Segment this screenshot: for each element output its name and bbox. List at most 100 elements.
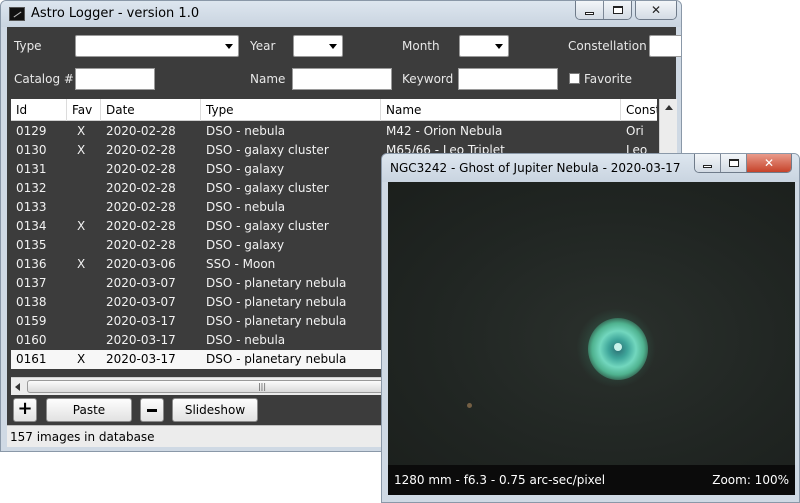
- table-row[interactable]: 0129 X 2020-02-28 DSO - nebula M42 - Orion N…: [11, 122, 657, 141]
- month-select[interactable]: [459, 35, 509, 57]
- slideshow-button[interactable]: Slideshow: [172, 398, 258, 422]
- add-button[interactable]: +: [13, 398, 37, 422]
- image-details: 1280 mm - f6.3 - 0.75 arc-sec/pixel: [394, 473, 606, 487]
- constellation-select[interactable]: [649, 35, 681, 57]
- keyword-input[interactable]: [458, 68, 558, 90]
- cell-date: 2020-03-07: [106, 295, 176, 309]
- close-icon: ✕: [650, 3, 662, 17]
- cell-date: 2020-02-28: [106, 143, 176, 157]
- cell-id: 0129: [16, 124, 47, 138]
- cell-date: 2020-03-07: [106, 276, 176, 290]
- minimize-button[interactable]: [576, 1, 604, 19]
- viewer-title-bar[interactable]: NGC3242 - Ghost of Jupiter Nebula - 2020…: [382, 154, 799, 182]
- column-header-const[interactable]: Const: [621, 99, 657, 121]
- cell-fav: [67, 312, 101, 331]
- cell-date: 2020-02-28: [106, 124, 176, 138]
- cell-type: DSO - nebula: [206, 333, 286, 347]
- cell-type: DSO - planetary nebula: [206, 314, 347, 328]
- scroll-left-icon[interactable]: [15, 383, 20, 391]
- viewer-info-bar: 1280 mm - f6.3 - 0.75 arc-sec/pixel Zoom…: [388, 465, 795, 495]
- name-input[interactable]: [292, 68, 392, 90]
- cell-fav: [67, 198, 101, 217]
- cell-date: 2020-02-28: [106, 181, 176, 195]
- image-viewer-window: NGC3242 - Ghost of Jupiter Nebula - 2020…: [381, 153, 800, 503]
- cell-fav: [67, 293, 101, 312]
- maximize-icon: [612, 6, 623, 14]
- cell-fav: X: [77, 219, 86, 233]
- cell-id: 0131: [16, 162, 47, 176]
- cell-id: 0133: [16, 200, 47, 214]
- catalog-label: Catalog #: [14, 72, 74, 86]
- cell-id: 0137: [16, 276, 47, 290]
- faint-star: [467, 403, 472, 408]
- column-header-date[interactable]: Date: [101, 99, 201, 121]
- viewer-minimize-button[interactable]: [695, 154, 721, 172]
- minimize-icon: [703, 164, 712, 168]
- cell-date: 2020-03-17: [106, 314, 176, 328]
- main-title-bar[interactable]: Astro Logger - version 1.0 ✕: [1, 1, 681, 27]
- column-header-id[interactable]: Id: [11, 99, 67, 121]
- chevron-down-icon: [329, 44, 337, 49]
- column-header-fav[interactable]: Fav: [67, 99, 101, 121]
- cell-id: 0132: [16, 181, 47, 195]
- viewer-close-button[interactable]: ✕: [747, 154, 791, 172]
- type-select[interactable]: [75, 35, 239, 57]
- cell-date: 2020-02-28: [106, 162, 176, 176]
- cell-type: DSO - planetary nebula: [206, 295, 347, 309]
- cell-type: SSO - Moon: [206, 257, 276, 271]
- cell-fav: X: [77, 143, 86, 157]
- cell-type: DSO - galaxy cluster: [206, 143, 329, 157]
- main-window-title: Astro Logger - version 1.0: [31, 6, 200, 21]
- cell-type: DSO - nebula: [206, 124, 286, 138]
- cell-fav: X: [77, 257, 86, 271]
- nebula-image[interactable]: [388, 182, 795, 465]
- viewer-title: NGC3242 - Ghost of Jupiter Nebula - 2020…: [390, 161, 681, 175]
- cell-id: 0159: [16, 314, 47, 328]
- column-header-name[interactable]: Name: [381, 99, 621, 121]
- keyword-label: Keyword: [402, 72, 454, 86]
- cell-fav: [67, 179, 101, 198]
- cell-date: 2020-02-28: [106, 219, 176, 233]
- close-icon: ✕: [763, 156, 775, 170]
- cell-date: 2020-03-06: [106, 257, 176, 271]
- cell-id: 0161: [16, 352, 47, 366]
- scroll-up-icon[interactable]: [665, 105, 673, 110]
- cell-fav: X: [77, 124, 86, 138]
- viewer-maximize-button[interactable]: [721, 154, 747, 172]
- plus-icon: +: [17, 398, 33, 419]
- remove-button[interactable]: [140, 398, 164, 422]
- cell-fav: [67, 160, 101, 179]
- minimize-icon: [585, 11, 594, 15]
- type-label: Type: [14, 39, 42, 53]
- favorite-checkbox[interactable]: [569, 73, 580, 84]
- chevron-down-icon: [495, 44, 503, 49]
- cell-fav: X: [77, 352, 86, 366]
- year-label: Year: [250, 39, 276, 53]
- viewer-window-controls: ✕: [694, 154, 792, 173]
- month-label: Month: [402, 39, 440, 53]
- column-header-type[interactable]: Type: [201, 99, 381, 121]
- year-select[interactable]: [293, 35, 343, 57]
- cell-type: DSO - galaxy cluster: [206, 181, 329, 195]
- cell-type: DSO - galaxy: [206, 238, 285, 252]
- main-close-group: ✕: [635, 1, 677, 20]
- maximize-icon: [728, 159, 739, 167]
- favorite-label: Favorite: [584, 72, 632, 86]
- zoom-level: Zoom: 100%: [712, 473, 789, 487]
- cell-date: 2020-02-28: [106, 200, 176, 214]
- minus-icon: [147, 408, 157, 412]
- cell-fav: [67, 236, 101, 255]
- cell-fav: [67, 274, 101, 293]
- cell-type: DSO - planetary nebula: [206, 276, 347, 290]
- viewer-client-area: 1280 mm - f6.3 - 0.75 arc-sec/pixel Zoom…: [388, 182, 795, 495]
- close-button[interactable]: ✕: [636, 1, 676, 19]
- status-text: 157 images in database: [10, 430, 155, 444]
- cell-id: 0160: [16, 333, 47, 347]
- cell-id: 0136: [16, 257, 47, 271]
- constellation-label: Constellation: [568, 39, 647, 53]
- cell-type: DSO - galaxy cluster: [206, 219, 329, 233]
- catalog-input[interactable]: [75, 68, 155, 90]
- cell-date: 2020-02-28: [106, 238, 176, 252]
- maximize-button[interactable]: [604, 1, 631, 19]
- paste-button[interactable]: Paste: [46, 398, 132, 422]
